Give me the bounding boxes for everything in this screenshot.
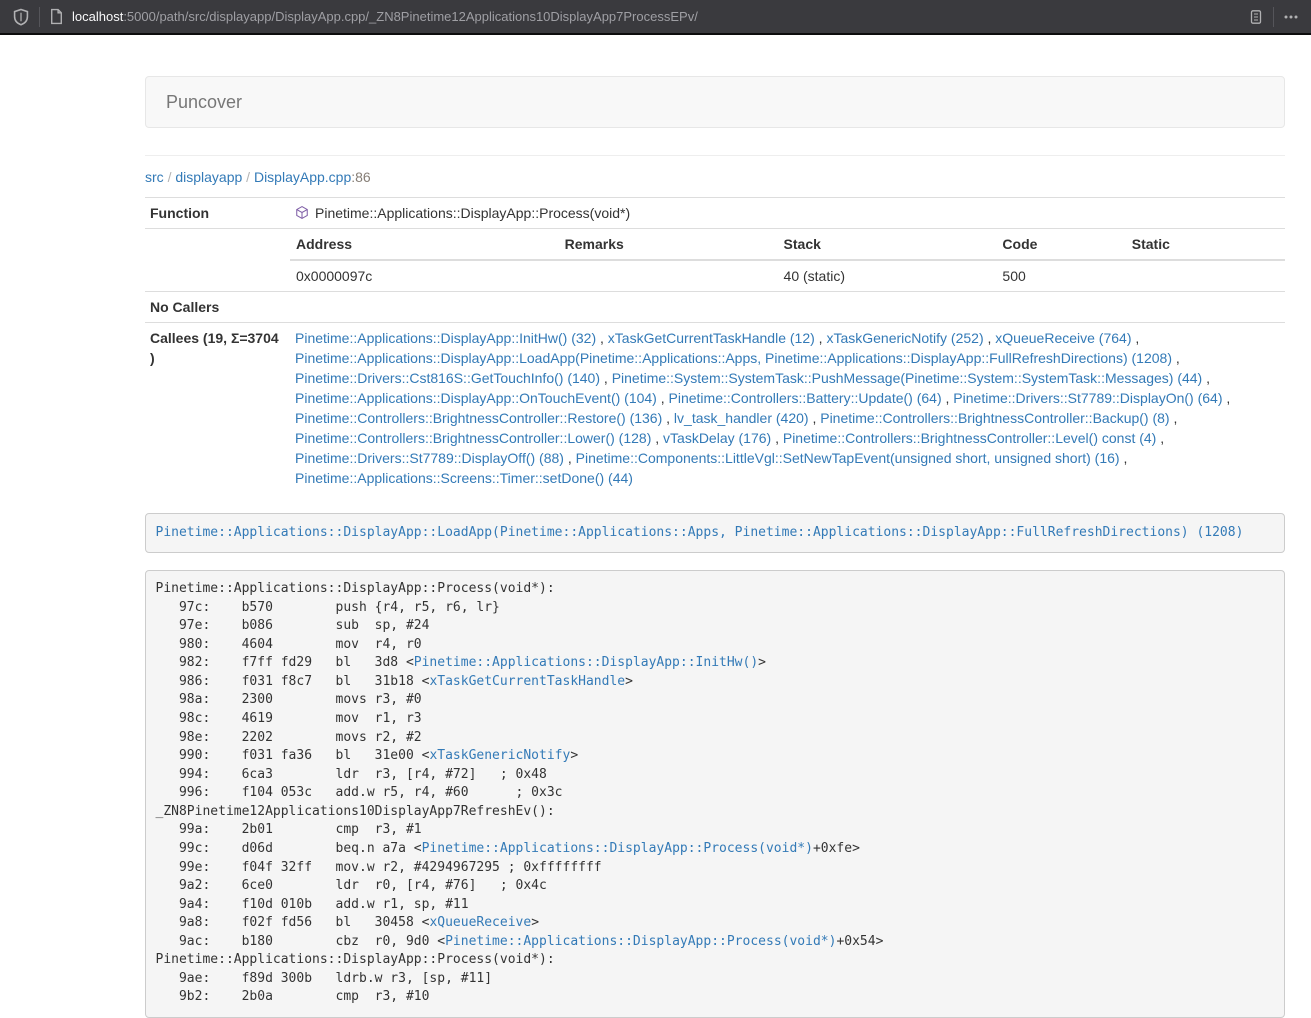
url-bar[interactable]: localhost:5000/path/src/displayapp/Displ… (72, 9, 1238, 24)
column-header-code: Code (996, 229, 1125, 260)
address-value: 0x0000097c (290, 260, 559, 291)
stack-value: 40 (static) (778, 260, 997, 291)
callees-cell: Pinetime::Applications::DisplayApp::Init… (290, 323, 1285, 494)
function-table: Function Pinetime::Applications::Display… (145, 197, 1285, 493)
reader-mode-icon[interactable] (1248, 9, 1264, 25)
breadcrumb-separator: / (246, 169, 250, 185)
function-row: Function Pinetime::Applications::Display… (145, 198, 1285, 229)
highlighted-callee-link[interactable]: Pinetime::Applications::DisplayApp::Load… (156, 525, 1244, 540)
breadcrumb-separator: / (168, 169, 172, 185)
breadcrumb-line-number: :86 (351, 169, 370, 185)
callee-link[interactable]: xQueueReceive (764) (995, 330, 1131, 346)
remarks-value (559, 260, 778, 291)
no-callers-row: No Callers (145, 292, 1285, 323)
toolbar-separator (1273, 7, 1274, 27)
column-header-address: Address (290, 229, 559, 260)
metrics-row: Address Remarks Stack Code Static 0x0000… (145, 229, 1285, 292)
static-value (1126, 260, 1285, 291)
function-label: Function (145, 198, 290, 229)
callee-link[interactable]: Pinetime::Applications::DisplayApp::OnTo… (295, 390, 657, 406)
breadcrumb: src / displayapp / DisplayApp.cpp:86 (145, 169, 1285, 185)
asm-symbol-link[interactable]: xTaskGenericNotify (429, 748, 570, 763)
page-container: Puncover src / displayapp / DisplayApp.c… (145, 76, 1285, 1018)
callee-link[interactable]: Pinetime::Controllers::Battery::Update()… (669, 390, 942, 406)
callee-link[interactable]: Pinetime::Components::LittleVgl::SetNewT… (576, 450, 1120, 466)
code-value: 500 (996, 260, 1125, 291)
browser-bar: localhost:5000/path/src/displayapp/Displ… (0, 0, 1311, 35)
callee-link[interactable]: Pinetime::Controllers::BrightnessControl… (295, 410, 662, 426)
column-header-static: Static (1126, 229, 1285, 260)
callees-label: Callees (19, Σ=3704 ) (145, 323, 290, 494)
menu-ellipsis-icon[interactable] (1283, 9, 1299, 25)
callee-link[interactable]: xTaskGetCurrentTaskHandle (12) (608, 330, 815, 346)
function-name-cell: Pinetime::Applications::DisplayApp::Proc… (290, 198, 1285, 229)
callees-row: Callees (19, Σ=3704 ) Pinetime::Applicat… (145, 323, 1285, 494)
page-icon[interactable] (49, 8, 64, 25)
column-header-stack: Stack (778, 229, 997, 260)
asm-symbol-link[interactable]: xQueueReceive (429, 915, 531, 930)
metrics-cell: Address Remarks Stack Code Static 0x0000… (290, 229, 1285, 292)
url-host: localhost (72, 9, 123, 24)
url-path: :5000/path/src/displayapp/DisplayApp.cpp… (123, 9, 698, 24)
callee-link[interactable]: Pinetime::Controllers::BrightnessControl… (820, 410, 1169, 426)
table-row: 0x0000097c 40 (static) 500 (290, 260, 1285, 291)
asm-symbol-link[interactable]: Pinetime::Applications::DisplayApp::Proc… (445, 934, 836, 949)
callee-link[interactable]: Pinetime::Applications::Screens::Timer::… (295, 470, 633, 486)
metrics-table: Address Remarks Stack Code Static 0x0000… (290, 229, 1285, 291)
shield-icon[interactable] (12, 8, 30, 26)
navbar: Puncover (145, 76, 1285, 128)
callee-link[interactable]: Pinetime::Drivers::St7789::DisplayOn() (… (953, 390, 1222, 406)
asm-symbol-link[interactable]: xTaskGetCurrentTaskHandle (429, 674, 625, 689)
callee-link[interactable]: Pinetime::Drivers::St7789::DisplayOff() … (295, 450, 564, 466)
callee-link[interactable]: vTaskDelay (176) (663, 430, 771, 446)
breadcrumb-link-file[interactable]: DisplayApp.cpp (254, 169, 351, 185)
cube-icon (295, 205, 309, 220)
asm-symbol-link[interactable]: Pinetime::Applications::DisplayApp::Init… (414, 655, 758, 670)
divider (145, 155, 1285, 156)
callee-link[interactable]: Pinetime::Controllers::BrightnessControl… (295, 430, 651, 446)
callee-link[interactable]: lv_task_handler (420) (674, 410, 809, 426)
assembly-code: Pinetime::Applications::DisplayApp::Proc… (145, 570, 1285, 1018)
brand-link[interactable]: Puncover (146, 77, 262, 127)
metrics-row-label (145, 229, 290, 292)
no-callers-label: No Callers (145, 292, 290, 323)
callee-link[interactable]: Pinetime::Applications::DisplayApp::Load… (295, 350, 1172, 366)
column-header-remarks: Remarks (559, 229, 778, 260)
function-name: Pinetime::Applications::DisplayApp::Proc… (315, 205, 630, 221)
no-callers-cell (290, 292, 1285, 323)
callee-link[interactable]: xTaskGenericNotify (252) (826, 330, 983, 346)
breadcrumb-link-src[interactable]: src (145, 169, 164, 185)
callee-link[interactable]: Pinetime::Drivers::Cst816S::GetTouchInfo… (295, 370, 600, 386)
callee-link[interactable]: Pinetime::Controllers::BrightnessControl… (783, 430, 1156, 446)
breadcrumb-link-displayapp[interactable]: displayapp (175, 169, 242, 185)
callee-link[interactable]: Pinetime::Applications::DisplayApp::Init… (295, 330, 596, 346)
asm-symbol-link[interactable]: Pinetime::Applications::DisplayApp::Proc… (422, 841, 813, 856)
highlighted-callee-box: Pinetime::Applications::DisplayApp::Load… (145, 513, 1285, 553)
toolbar-separator (39, 7, 40, 27)
callee-link[interactable]: Pinetime::System::SystemTask::PushMessag… (612, 370, 1203, 386)
